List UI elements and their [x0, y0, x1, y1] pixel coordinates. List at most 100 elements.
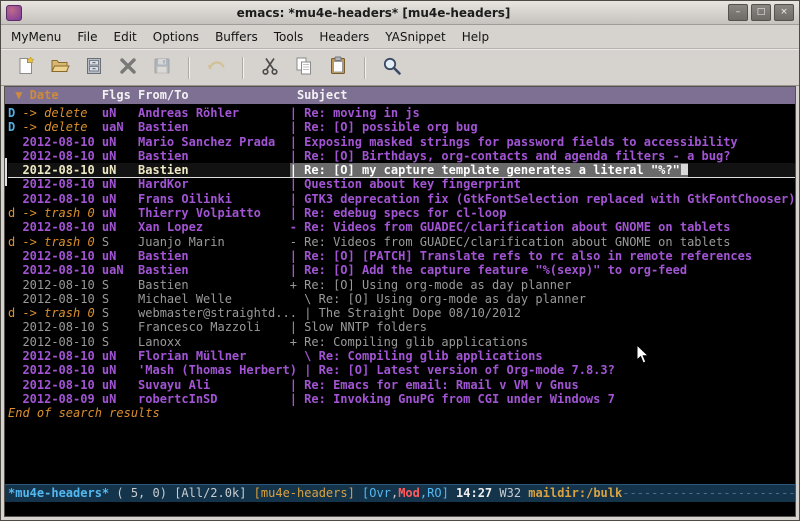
- message-date: -> trash 0: [22, 235, 101, 249]
- message-row[interactable]: 2012-08-10uNBastien| Re: [O] [PATCH] Tra…: [8, 249, 795, 263]
- message-row[interactable]: 2012-08-10uNXan Lopez- Re: Videos from G…: [8, 220, 795, 234]
- message-list: D-> deleteuNAndreas Röhler| Re: moving i…: [8, 106, 795, 406]
- message-from: Bastien: [138, 249, 282, 263]
- message-from: Bastien: [138, 263, 282, 277]
- message-from: Michael Welle: [138, 292, 282, 306]
- message-flags: uaN: [102, 263, 138, 277]
- message-flags: uN: [102, 349, 138, 363]
- message-subject: | Question about key fingerprint: [290, 177, 521, 191]
- message-flags: uN: [102, 363, 138, 377]
- message-mark: d: [8, 206, 22, 220]
- message-row[interactable]: 2012-08-10uNFrans Oilinki| GTK3 deprecat…: [8, 192, 795, 206]
- message-row[interactable]: 2012-08-10uNSuvayu Ali| Re: Emacs for em…: [8, 378, 795, 392]
- modeline-segment: Mod: [398, 486, 420, 500]
- menu-item-tools[interactable]: Tools: [266, 27, 312, 47]
- copy-button[interactable]: [288, 53, 320, 82]
- column-header-date[interactable]: ▼ Date: [8, 87, 102, 104]
- message-flags: uN: [102, 392, 138, 406]
- end-of-results-text: End of search results: [8, 406, 795, 420]
- menu-item-yasnippet[interactable]: YASnippet: [377, 27, 454, 47]
- message-from: Juanjo Marin: [138, 235, 282, 249]
- message-flags: uN: [102, 206, 138, 220]
- message-row[interactable]: 2012-08-10SBastien+ Re: [O] Using org-mo…: [8, 278, 795, 292]
- message-mark: D: [8, 120, 22, 134]
- maximize-button[interactable]: □: [751, 4, 771, 21]
- message-row[interactable]: 2012-08-10uN'Mash (Thomas Herbert)| Re: …: [8, 363, 795, 377]
- minimize-button[interactable]: –: [728, 4, 748, 21]
- modeline-segment: [All/2.0k]: [174, 486, 253, 500]
- new-file-button[interactable]: [10, 53, 42, 82]
- message-subject: \ Re: [O] Using org-mode as day planner: [290, 292, 586, 306]
- modeline-segment: ]: [442, 486, 449, 500]
- menu-item-edit[interactable]: Edit: [106, 27, 145, 47]
- minibuffer[interactable]: [5, 502, 795, 516]
- message-row[interactable]: 2012-08-09uNrobertcInSD| Re: Invoking Gn…: [8, 392, 795, 406]
- message-date: 2012-08-10: [22, 292, 101, 306]
- message-row[interactable]: 2012-08-10SLanoxx+ Re: Compiling glib ap…: [8, 335, 795, 349]
- close-button[interactable]: ×: [774, 4, 794, 21]
- message-from: robertcInSD: [138, 392, 282, 406]
- column-header-subject[interactable]: Subject: [290, 87, 348, 104]
- menu-item-buffers[interactable]: Buffers: [207, 27, 266, 47]
- message-from: Suvayu Ali: [138, 378, 282, 392]
- message-row[interactable]: 2012-08-10SMichael Welle \ Re: [O] Using…: [8, 292, 795, 306]
- mode-line: *mu4e-headers* ( 5, 0) [All/2.0k] [mu4e-…: [5, 484, 795, 502]
- message-from: webmaster@straightd...: [138, 306, 297, 320]
- message-row[interactable]: D-> deleteuNAndreas Röhler| Re: moving i…: [8, 106, 795, 120]
- message-from: Francesco Mazzoli: [138, 320, 282, 334]
- message-row[interactable]: 2012-08-10uaNBastien| Re: [O] Add the ca…: [8, 263, 795, 277]
- message-from: Frans Oilinki: [138, 192, 282, 206]
- message-subject: | Re: moving in js: [290, 106, 420, 120]
- message-flags: uN: [102, 135, 138, 149]
- message-from: Xan Lopez: [138, 220, 282, 234]
- cut-button[interactable]: [254, 53, 286, 82]
- scrollbar-thumb[interactable]: [5, 158, 7, 186]
- search-button[interactable]: [376, 53, 408, 82]
- message-row[interactable]: 2012-08-10uNBastien| Re: [O] my capture …: [8, 163, 795, 177]
- message-date: 2012-08-10: [22, 163, 101, 177]
- menu-item-mymenu[interactable]: MyMenu: [3, 27, 69, 47]
- message-subject: | Re: [O] possible org bug: [290, 120, 478, 134]
- menu-item-options[interactable]: Options: [145, 27, 207, 47]
- column-header-flags[interactable]: Flgs: [102, 87, 138, 104]
- message-row[interactable]: d-> trash 0Swebmaster@straightd...| The …: [8, 306, 795, 320]
- message-row[interactable]: 2012-08-10uNHardKor| Question about key …: [8, 177, 795, 191]
- title-bar[interactable]: emacs: *mu4e-headers* [mu4e-headers] – □…: [1, 1, 799, 25]
- dired-icon: [84, 56, 104, 80]
- toolbar-separator: [188, 57, 190, 79]
- message-date: 2012-08-10: [22, 177, 101, 191]
- message-row[interactable]: 2012-08-10uNBastien| Re: [O] Birthdays, …: [8, 149, 795, 163]
- message-date: -> delete: [22, 106, 101, 120]
- menu-item-file[interactable]: File: [69, 27, 105, 47]
- message-row[interactable]: d-> trash 0SJuanjo Marin- Re: Videos fro…: [8, 235, 795, 249]
- message-row[interactable]: 2012-08-10uNFlorian Müllner \ Re: Compil…: [8, 349, 795, 363]
- message-subject: | Re: Invoking GnuPG from CGI under Wind…: [290, 392, 615, 406]
- message-subject: \ Re: Compiling glib applications: [290, 349, 543, 363]
- undo-button: [200, 53, 232, 82]
- emacs-frame: ▼ DateFlgsFrom/To Subject D-> deleteuNAn…: [4, 86, 796, 517]
- modeline-segment: W32: [492, 486, 528, 500]
- dired-button[interactable]: [78, 53, 110, 82]
- message-date: 2012-08-10: [22, 278, 101, 292]
- kill-buffer-button[interactable]: [112, 53, 144, 82]
- cut-icon: [260, 56, 280, 80]
- open-file-button[interactable]: [44, 53, 76, 82]
- paste-button[interactable]: [322, 53, 354, 82]
- message-mark: d: [8, 306, 22, 320]
- message-row[interactable]: 2012-08-10SFrancesco Mazzoli| Slow NNTP …: [8, 320, 795, 334]
- message-from: Lanoxx: [138, 335, 282, 349]
- message-row[interactable]: 2012-08-10uNMario Sanchez Prada| Exposin…: [8, 135, 795, 149]
- message-row[interactable]: D-> deleteuaNBastien| Re: [O] possible o…: [8, 120, 795, 134]
- modeline-segment: [mu4e-headers]: [254, 486, 362, 500]
- message-mark: D: [8, 106, 22, 120]
- message-flags: uaN: [102, 120, 138, 134]
- message-row[interactable]: d-> trash 0uNThierry Volpiatto| Re: edeb…: [8, 206, 795, 220]
- message-subject: | The Straight Dope 08/10/2012: [304, 306, 521, 320]
- headers-buffer[interactable]: D-> deleteuNAndreas Röhler| Re: moving i…: [5, 104, 795, 484]
- menu-item-help[interactable]: Help: [454, 27, 497, 47]
- message-subject: - Re: Videos from GUADEC/clarification a…: [290, 235, 731, 249]
- message-flags: S: [102, 292, 138, 306]
- column-header-from[interactable]: From/To: [138, 87, 282, 104]
- menu-item-headers[interactable]: Headers: [311, 27, 377, 47]
- message-from: Bastien: [138, 163, 282, 177]
